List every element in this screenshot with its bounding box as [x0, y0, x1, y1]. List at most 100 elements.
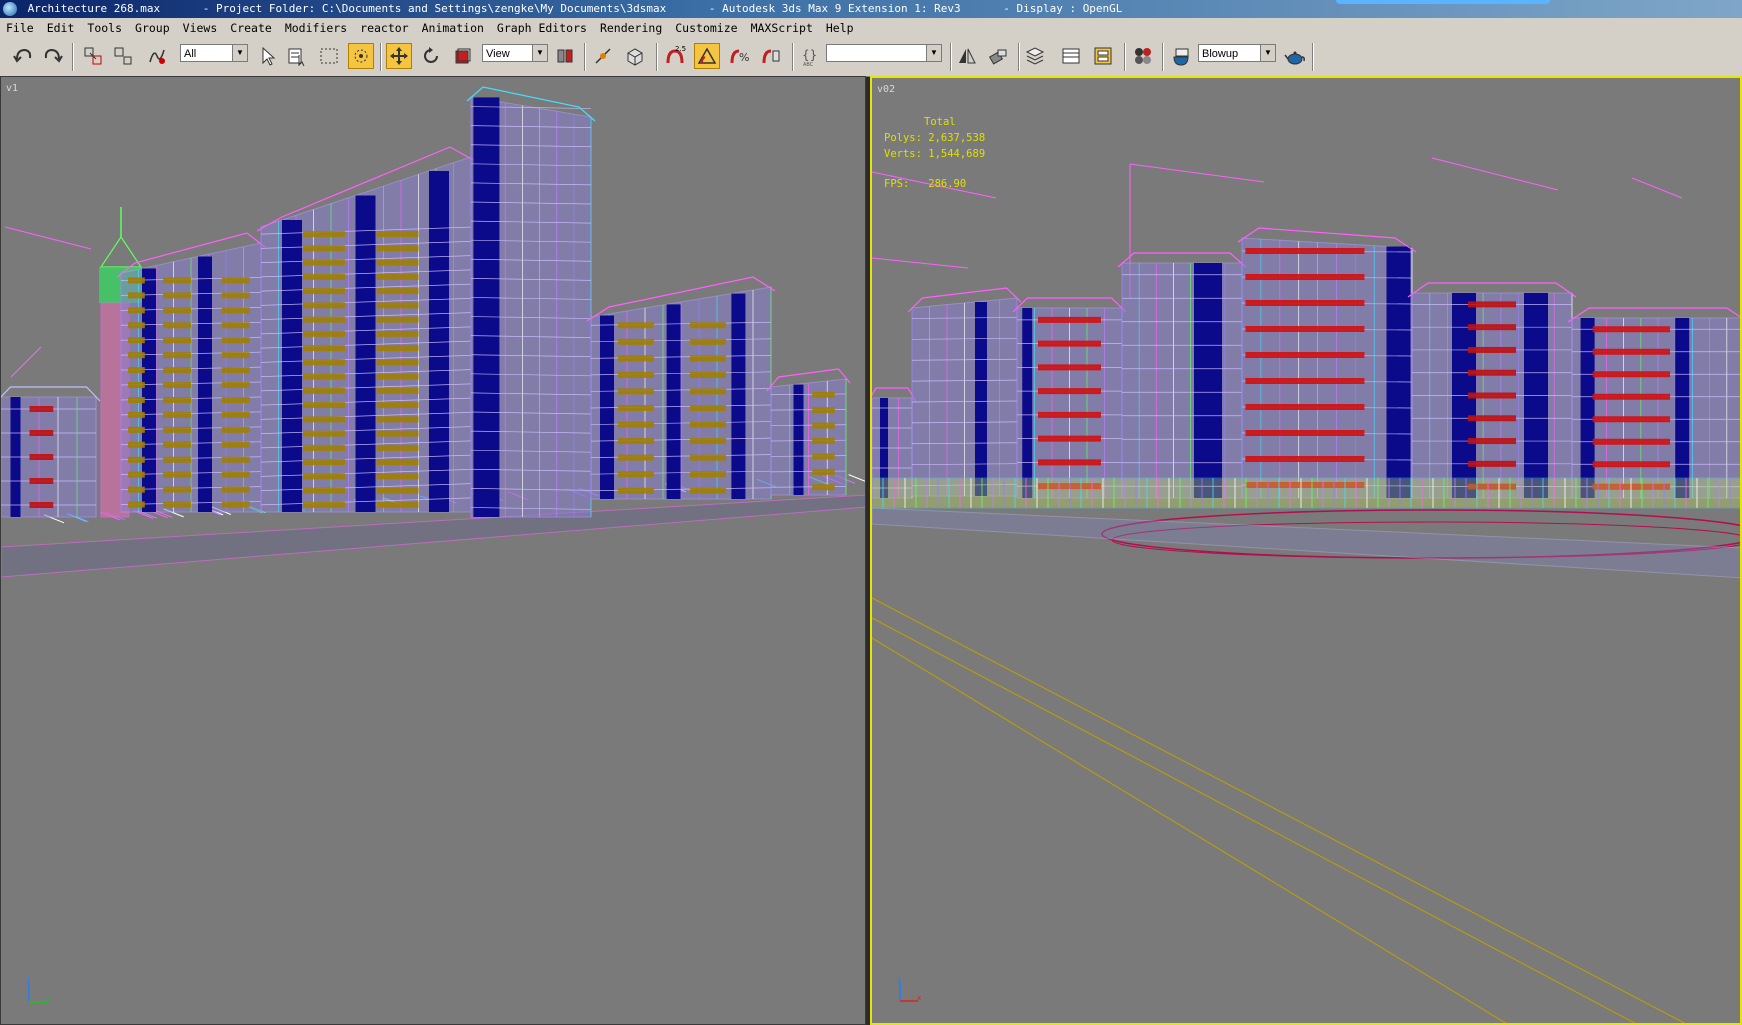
- menu-item-views[interactable]: Views: [183, 21, 218, 35]
- render-setup-icon[interactable]: [1168, 43, 1194, 69]
- menu-item-group[interactable]: Group: [135, 21, 170, 35]
- use-pivot-center-icon[interactable]: [552, 43, 578, 69]
- menu-item-tools[interactable]: Tools: [87, 21, 122, 35]
- stair-core: [355, 195, 376, 512]
- balcony: [128, 396, 145, 403]
- balcony: [376, 259, 419, 266]
- balcony: [303, 245, 345, 252]
- percent-snap-toggle-icon[interactable]: %: [726, 43, 752, 69]
- select-and-scale-icon[interactable]: [450, 43, 476, 69]
- menu-item-animation[interactable]: Animation: [422, 21, 484, 35]
- named-selection-dropdown[interactable]: ▼: [826, 44, 942, 62]
- render-preset-dropdown[interactable]: Blowup ▼: [1198, 44, 1276, 62]
- balcony: [221, 411, 250, 418]
- balcony: [690, 338, 726, 345]
- title-highlight: [1336, 0, 1550, 4]
- balcony: [221, 396, 250, 403]
- balcony: [163, 486, 191, 493]
- app-version: - Autodesk 3ds Max 9 Extension 1: Rev3: [708, 2, 961, 15]
- menu-item-graph-editors[interactable]: Graph Editors: [497, 21, 587, 35]
- rectangular-selection-icon[interactable]: [316, 43, 342, 69]
- wireframe-scene-right: [872, 157, 1740, 1023]
- select-object-icon[interactable]: [254, 43, 280, 69]
- select-and-link-icon[interactable]: [80, 43, 106, 69]
- snaps-toggle-icon[interactable]: 2.5: [662, 43, 688, 69]
- select-by-name-icon[interactable]: [284, 43, 310, 69]
- menu-item-create[interactable]: Create: [230, 21, 272, 35]
- balcony: [690, 355, 726, 362]
- edit-named-selection-icon[interactable]: {} ABC: [798, 43, 824, 69]
- balcony: [1468, 415, 1516, 422]
- balcony: [376, 387, 419, 394]
- mirror-icon[interactable]: [954, 43, 980, 69]
- balcony: [1245, 352, 1365, 358]
- window-crossing-icon[interactable]: [348, 43, 374, 69]
- balcony: [618, 371, 654, 378]
- selection-filter-dropdown[interactable]: All ▼: [180, 44, 248, 62]
- balcony: [29, 502, 54, 508]
- balcony: [221, 292, 250, 299]
- balcony: [1468, 301, 1516, 308]
- balcony: [1592, 416, 1671, 423]
- balcony: [1468, 369, 1516, 376]
- menu-item-edit[interactable]: Edit: [47, 21, 75, 35]
- balcony: [1592, 371, 1671, 378]
- menu-item-customize[interactable]: Customize: [675, 21, 737, 35]
- undo-icon[interactable]: [10, 43, 36, 69]
- select-and-rotate-icon[interactable]: [418, 43, 444, 69]
- material-editor-icon[interactable]: [1130, 43, 1156, 69]
- balcony: [303, 288, 345, 295]
- reference-coordinate-dropdown[interactable]: View ▼: [482, 44, 548, 62]
- balcony: [812, 438, 835, 444]
- balcony: [29, 454, 54, 460]
- menu-item-rendering[interactable]: Rendering: [600, 21, 662, 35]
- schematic-view-icon[interactable]: [1090, 43, 1116, 69]
- balcony: [303, 487, 345, 494]
- viewport-left[interactable]: v1 zx: [0, 76, 866, 1025]
- curve-editor-icon[interactable]: [1058, 43, 1084, 69]
- align-icon[interactable]: [986, 43, 1012, 69]
- balcony: [376, 444, 419, 451]
- balcony: [376, 473, 419, 480]
- menu-item-help[interactable]: Help: [826, 21, 854, 35]
- menu-item-maxscript[interactable]: MAXScript: [751, 21, 813, 35]
- app-icon[interactable]: [3, 2, 17, 16]
- wire-helper: [1129, 163, 1265, 183]
- balcony: [303, 416, 345, 423]
- balcony: [221, 352, 250, 359]
- balcony: [163, 292, 191, 299]
- menu-item-file[interactable]: File: [6, 21, 34, 35]
- menu-item-reactor[interactable]: reactor: [360, 21, 408, 35]
- balcony: [303, 402, 345, 409]
- viewport-right-active[interactable]: v02 Total Polys: 2,637,538 Verts: 1,544,68…: [870, 76, 1742, 1025]
- project-folder: - Project Folder: C:\Documents and Setti…: [202, 2, 667, 15]
- balcony: [303, 501, 345, 508]
- balcony: [128, 441, 145, 448]
- angle-snap-toggle-icon[interactable]: [694, 43, 720, 69]
- balcony: [812, 453, 835, 460]
- spinner-snap-toggle-icon[interactable]: [758, 43, 784, 69]
- balcony: [29, 430, 54, 436]
- stats-fps: FPS: 286.90: [884, 178, 967, 190]
- select-and-move-icon[interactable]: [386, 43, 412, 69]
- menu-bar: File Edit Tools Group Views Create Modifiers re…: [0, 18, 1742, 39]
- balcony: [1245, 430, 1365, 436]
- quick-render-teapot-icon[interactable]: [1282, 43, 1308, 69]
- balcony: [618, 454, 654, 461]
- menu-item-modifiers[interactable]: Modifiers: [285, 21, 347, 35]
- unlink-selection-icon[interactable]: [110, 43, 136, 69]
- balcony: [1245, 248, 1365, 254]
- balcony: [1592, 326, 1671, 333]
- balcony: [128, 367, 145, 374]
- layer-manager-icon[interactable]: [1022, 43, 1048, 69]
- balcony: [221, 471, 250, 478]
- select-and-manipulate-icon[interactable]: [590, 43, 616, 69]
- balcony: [1468, 324, 1516, 331]
- stair-core: [666, 304, 681, 499]
- bind-to-space-warp-icon[interactable]: [144, 43, 170, 69]
- balcony: [303, 430, 345, 437]
- balcony: [1592, 461, 1671, 468]
- balcony: [128, 352, 145, 359]
- redo-icon[interactable]: [40, 43, 66, 69]
- keyboard-shortcut-override-icon[interactable]: [622, 43, 648, 69]
